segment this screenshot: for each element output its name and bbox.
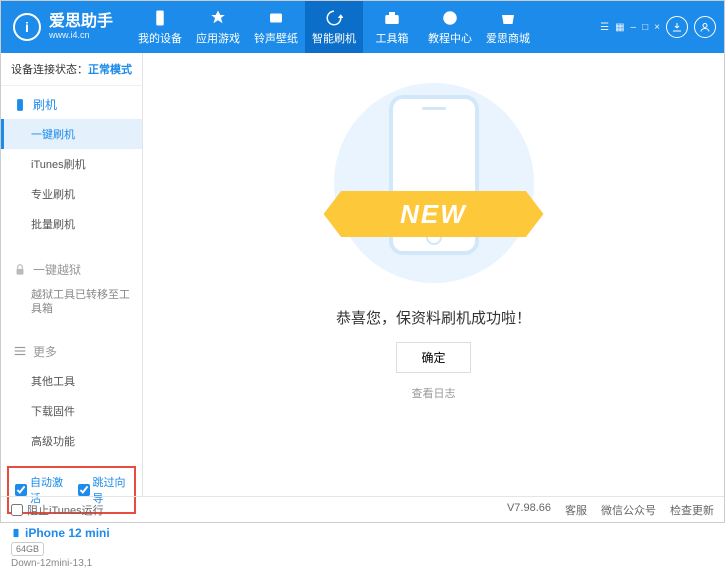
success-illustration: NEW bbox=[334, 83, 534, 283]
device-info[interactable]: iPhone 12 mini 64GB Down-12mini-13,1 bbox=[1, 520, 142, 575]
nav-flash[interactable]: 智能刷机 bbox=[305, 1, 363, 53]
footer: 阻止iTunes运行 V7.98.66 客服 微信公众号 检查更新 bbox=[1, 496, 724, 522]
user-button[interactable] bbox=[694, 16, 716, 38]
minimize-icon[interactable]: – bbox=[631, 22, 637, 33]
device-model: Down-12mini-13,1 bbox=[11, 558, 132, 569]
phone-icon bbox=[11, 526, 21, 540]
logo-icon: i bbox=[13, 13, 41, 41]
sidebar-head-label: 一键越狱 bbox=[33, 261, 81, 278]
sidebar-head-jailbreak: 一键越狱 bbox=[1, 255, 142, 284]
maximize-icon[interactable]: □ bbox=[642, 22, 648, 33]
download-button[interactable] bbox=[666, 16, 688, 38]
sidebar-head-label: 刷机 bbox=[33, 96, 57, 113]
new-ribbon: NEW bbox=[324, 191, 544, 237]
main-nav: 我的设备 应用游戏 铃声壁纸 智能刷机 工具箱 教程中心 爱思商城 bbox=[131, 1, 537, 53]
success-message: 恭喜您，保资料刷机成功啦！ bbox=[336, 307, 531, 328]
sidebar-item-batch-flash[interactable]: 批量刷机 bbox=[1, 209, 142, 239]
nav-label: 爱思商城 bbox=[486, 30, 530, 46]
nav-store[interactable]: 爱思商城 bbox=[479, 1, 537, 53]
sidebar-item-download-fw[interactable]: 下载固件 bbox=[1, 396, 142, 426]
logo: i 爱思助手 www.i4.cn bbox=[13, 13, 113, 41]
nav-my-device[interactable]: 我的设备 bbox=[131, 1, 189, 53]
nav-toolbox[interactable]: 工具箱 bbox=[363, 1, 421, 53]
brand-name: 爱思助手 bbox=[49, 13, 113, 31]
block-itunes-checkbox[interactable]: 阻止iTunes运行 bbox=[11, 502, 104, 518]
nav-apps[interactable]: 应用游戏 bbox=[189, 1, 247, 53]
nav-label: 智能刷机 bbox=[312, 30, 356, 46]
pin-icon[interactable]: ▦ bbox=[615, 22, 624, 33]
titlebar: i 爱思助手 www.i4.cn 我的设备 应用游戏 铃声壁纸 智能刷机 工具箱… bbox=[1, 1, 724, 53]
version-label: V7.98.66 bbox=[507, 502, 551, 518]
nav-label: 我的设备 bbox=[138, 30, 182, 46]
footer-link-update[interactable]: 检查更新 bbox=[670, 502, 714, 518]
sidebar-item-itunes-flash[interactable]: iTunes刷机 bbox=[1, 149, 142, 179]
status-label: 设备连接状态： bbox=[11, 64, 88, 76]
nav-label: 工具箱 bbox=[376, 30, 409, 46]
sidebar-item-other-tools[interactable]: 其他工具 bbox=[1, 366, 142, 396]
sidebar-item-advanced[interactable]: 高级功能 bbox=[1, 426, 142, 456]
close-icon[interactable]: × bbox=[654, 22, 660, 33]
nav-tutorial[interactable]: 教程中心 bbox=[421, 1, 479, 53]
sidebar: 设备连接状态：正常模式 刷机 一键刷机 iTunes刷机 专业刷机 批量刷机 一… bbox=[1, 53, 143, 496]
footer-link-wechat[interactable]: 微信公众号 bbox=[601, 502, 656, 518]
menu-icon[interactable]: ☰ bbox=[600, 22, 609, 33]
nav-label: 铃声壁纸 bbox=[254, 30, 298, 46]
nav-label: 教程中心 bbox=[428, 30, 472, 46]
device-name: iPhone 12 mini bbox=[25, 526, 110, 540]
brand-url: www.i4.cn bbox=[49, 31, 113, 41]
ok-button[interactable]: 确定 bbox=[396, 342, 470, 373]
sidebar-head-more[interactable]: 更多 bbox=[1, 337, 142, 366]
nav-label: 应用游戏 bbox=[196, 30, 240, 46]
checkbox-label: 阻止iTunes运行 bbox=[27, 502, 104, 518]
footer-link-support[interactable]: 客服 bbox=[565, 502, 587, 518]
sidebar-head-label: 更多 bbox=[33, 343, 57, 360]
status-mode: 正常模式 bbox=[88, 64, 132, 76]
sidebar-head-flash[interactable]: 刷机 bbox=[1, 90, 142, 119]
nav-ringtones[interactable]: 铃声壁纸 bbox=[247, 1, 305, 53]
sidebar-item-pro-flash[interactable]: 专业刷机 bbox=[1, 179, 142, 209]
device-storage: 64GB bbox=[11, 542, 44, 556]
main-content: NEW 恭喜您，保资料刷机成功啦！ 确定 查看日志 bbox=[143, 53, 724, 496]
jailbreak-note: 越狱工具已转移至工具箱 bbox=[1, 284, 142, 321]
sidebar-item-oneclick-flash[interactable]: 一键刷机 bbox=[1, 119, 142, 149]
connection-status: 设备连接状态：正常模式 bbox=[1, 53, 142, 86]
view-log-link[interactable]: 查看日志 bbox=[412, 385, 456, 401]
